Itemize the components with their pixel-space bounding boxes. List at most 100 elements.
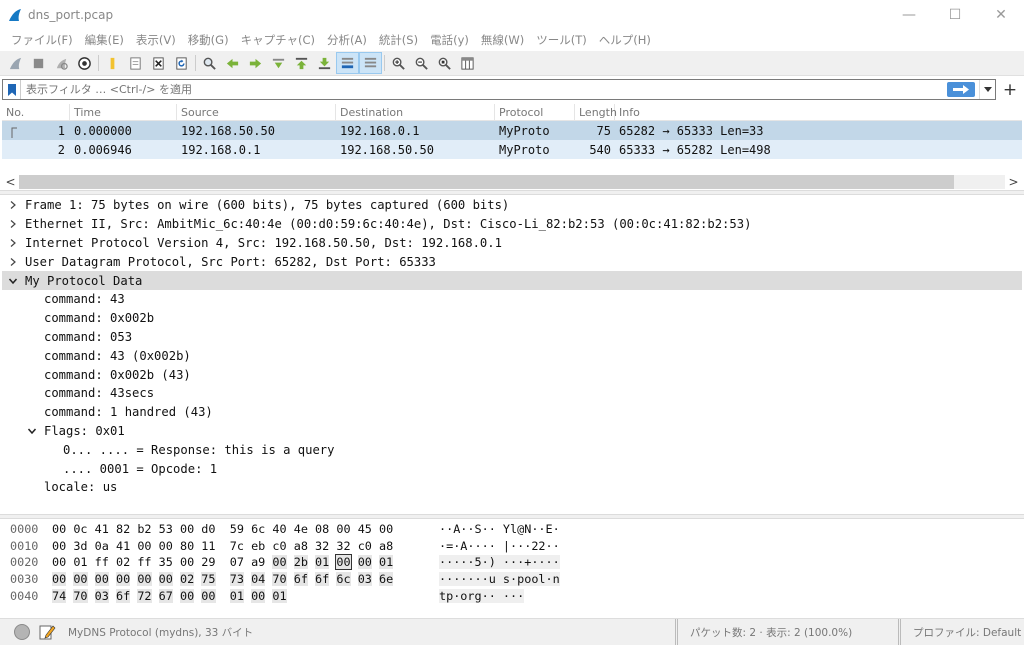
hex-byte[interactable]: a8 [379, 539, 393, 553]
hex-byte[interactable]: 7c [230, 539, 244, 553]
hex-byte[interactable]: c0 [358, 539, 372, 553]
hex-byte[interactable]: 32 [315, 539, 329, 553]
hex-byte[interactable]: c0 [272, 539, 286, 553]
capture-comment-icon[interactable] [38, 623, 56, 641]
hex-byte[interactable]: 32 [336, 539, 350, 553]
scrollbar-thumb[interactable] [19, 174, 954, 189]
menu-file[interactable]: ファイル(F) [5, 32, 79, 48]
bytes-hex[interactable]: 74 70 03 6f 72 67 00 00 01 00 01 [52, 588, 439, 603]
scroll-right-button[interactable]: > [1005, 175, 1022, 189]
apply-filter-button[interactable] [947, 82, 975, 97]
chevron-right-icon[interactable] [6, 239, 20, 247]
hex-byte[interactable]: 00 [379, 522, 393, 536]
bytes-hex[interactable]: 00 01 ff 02 ff 35 00 29 07 a9 00 2b 01 0… [52, 554, 439, 571]
minimize-button[interactable]: — [886, 0, 932, 30]
column-protocol[interactable]: Protocol [495, 103, 575, 121]
detail-tree-item[interactable]: command: 053 [2, 328, 1022, 347]
hex-byte[interactable]: 53 [159, 522, 173, 536]
detail-tree-item[interactable]: Frame 1: 75 bytes on wire (600 bits), 75… [2, 196, 1022, 215]
display-filter-input[interactable] [21, 83, 947, 96]
bytes-ascii[interactable]: tp·org·· ··· [439, 588, 525, 603]
chevron-down-icon[interactable] [6, 277, 20, 285]
hex-byte[interactable]: d0 [201, 522, 215, 536]
hex-byte[interactable]: 00 [336, 522, 350, 536]
hex-byte[interactable]: 07 [230, 555, 244, 569]
detail-tree-item[interactable]: 0... .... = Response: this is a query [2, 440, 1022, 459]
hex-byte[interactable]: 72 [137, 588, 152, 603]
hex-byte[interactable]: 02 [179, 572, 195, 587]
hex-byte[interactable]: 00 [115, 572, 131, 587]
hex-byte[interactable]: 3d [73, 539, 87, 553]
hex-byte[interactable]: 00 [335, 554, 352, 571]
chevron-right-icon[interactable] [6, 201, 20, 210]
add-filter-button[interactable]: + [1000, 79, 1020, 100]
menu-telephony[interactable]: 電話(y) [424, 32, 475, 48]
status-profile[interactable]: プロファイル: Default [898, 619, 1021, 645]
hex-byte[interactable]: 0c [73, 522, 87, 536]
hex-byte[interactable]: 01 [73, 555, 87, 569]
hex-byte[interactable]: 70 [73, 588, 88, 603]
resize-columns-button[interactable] [456, 52, 479, 74]
hex-byte[interactable]: 82 [116, 522, 130, 536]
hex-byte[interactable]: 67 [158, 588, 173, 603]
start-capture-button[interactable] [4, 52, 27, 74]
filter-bookmark-button[interactable] [3, 80, 21, 99]
hex-byte[interactable]: 01 [272, 588, 287, 603]
scroll-left-button[interactable]: < [2, 175, 19, 189]
go-to-packet-button[interactable] [267, 52, 290, 74]
detail-tree-item[interactable]: locale: us [2, 478, 1022, 497]
capture-options-button[interactable] [73, 52, 96, 74]
stop-capture-button[interactable] [27, 52, 50, 74]
bytes-ascii[interactable]: ·····5·) ···+···· [439, 555, 560, 570]
hex-byte[interactable]: a9 [251, 555, 265, 569]
bytes-hex[interactable]: 00 00 00 00 00 00 02 75 73 04 70 6f 6f 6… [52, 572, 439, 587]
hex-byte[interactable]: 00 [180, 522, 194, 536]
hex-byte[interactable]: 74 [52, 588, 67, 603]
zoom-out-button[interactable] [410, 52, 433, 74]
hex-byte[interactable]: 00 [159, 539, 173, 553]
pane-splitter[interactable] [0, 514, 1024, 519]
pane-splitter[interactable] [0, 190, 1024, 195]
hex-byte[interactable]: 02 [116, 555, 130, 569]
chevron-down-icon[interactable] [25, 427, 39, 435]
expert-info-indicator[interactable] [14, 624, 30, 640]
menu-wireless[interactable]: 無線(W) [475, 32, 530, 48]
menu-tools[interactable]: ツール(T) [530, 32, 593, 48]
restart-capture-button[interactable] [50, 52, 73, 74]
detail-tree-item[interactable]: command: 43 (0x002b) [2, 346, 1022, 365]
chevron-right-icon[interactable] [6, 220, 20, 229]
save-file-button[interactable] [124, 52, 147, 74]
bytes-ascii[interactable]: ··A··S·· Yl@N··E· [439, 522, 560, 536]
hex-byte[interactable]: 01 [229, 588, 244, 603]
hex-byte[interactable]: 00 [272, 555, 287, 570]
hex-byte[interactable]: 01 [315, 555, 330, 570]
hex-byte[interactable]: ff [137, 555, 151, 569]
hex-byte[interactable]: 04 [251, 572, 266, 587]
first-packet-button[interactable] [290, 52, 313, 74]
hex-byte[interactable]: 6c [251, 522, 265, 536]
hex-byte[interactable]: 73 [229, 572, 244, 587]
normal-size-button[interactable] [433, 52, 456, 74]
open-file-button[interactable] [101, 52, 124, 74]
go-forward-button[interactable] [244, 52, 267, 74]
detail-tree-item[interactable]: command: 0x002b [2, 309, 1022, 328]
detail-tree-item[interactable]: command: 1 handred (43) [2, 403, 1022, 422]
hex-byte[interactable]: 40 [272, 522, 286, 536]
scrollbar-track[interactable] [19, 174, 1005, 189]
hex-byte[interactable]: 00 [52, 555, 66, 569]
reload-file-button[interactable] [170, 52, 193, 74]
close-file-button[interactable] [147, 52, 170, 74]
filter-history-dropdown[interactable] [979, 80, 995, 99]
hex-byte[interactable]: 01 [379, 555, 394, 570]
detail-tree-item[interactable]: command: 0x002b (43) [2, 365, 1022, 384]
menu-go[interactable]: 移動(G) [182, 32, 235, 48]
packet-row[interactable]: 1 0.000000 192.168.50.50 192.168.0.1 MyP… [2, 121, 1022, 140]
hex-byte[interactable]: 4e [294, 522, 308, 536]
hex-byte[interactable]: 45 [358, 522, 372, 536]
hex-byte[interactable]: 41 [116, 539, 130, 553]
hex-byte[interactable]: 00 [137, 572, 152, 587]
hex-byte[interactable]: 6e [379, 572, 394, 587]
menu-edit[interactable]: 編集(E) [79, 32, 130, 48]
hex-byte[interactable]: 6f [315, 572, 330, 587]
detail-tree-item[interactable]: Internet Protocol Version 4, Src: 192.16… [2, 234, 1022, 253]
